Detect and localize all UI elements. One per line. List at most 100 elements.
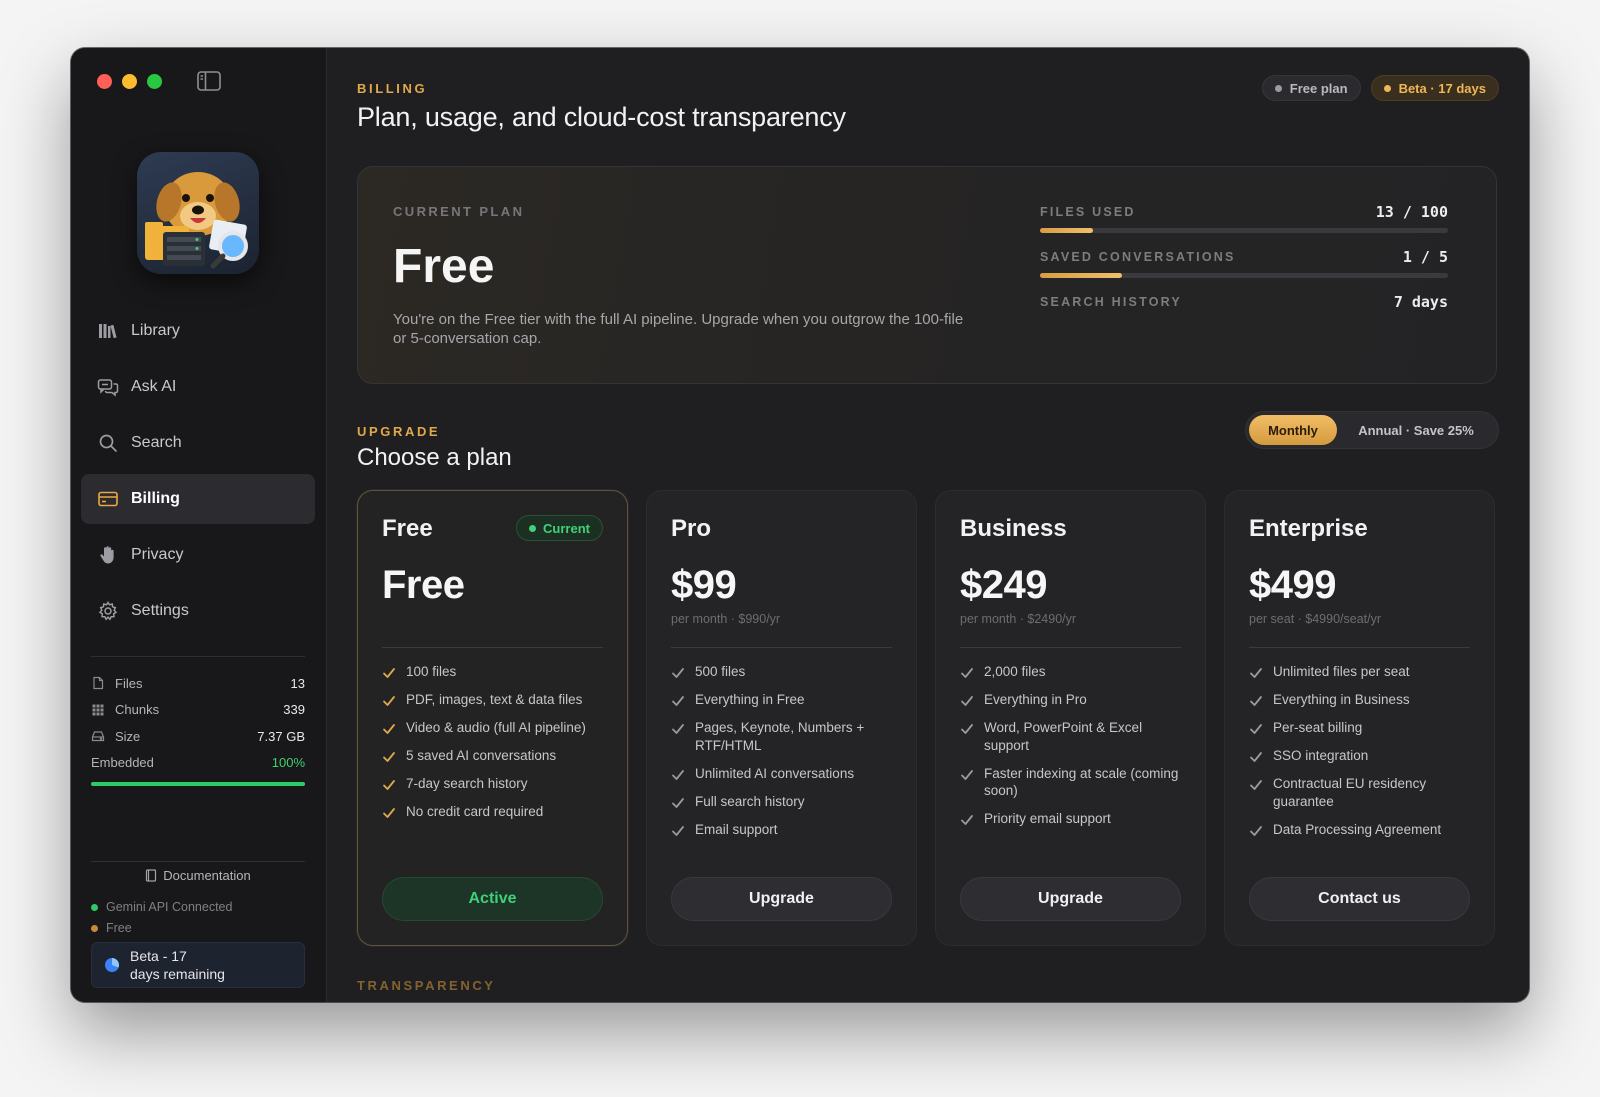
plan-name: Free bbox=[382, 515, 433, 542]
checkmark-icon bbox=[1250, 780, 1262, 790]
feature-item: Email support bbox=[671, 821, 896, 839]
feature-text: Word, PowerPoint & Excel support bbox=[984, 720, 1143, 753]
stat-chunks: Chunks 339 bbox=[91, 697, 305, 724]
stat-value: 7.37 GB bbox=[257, 728, 305, 744]
plan-status-text: Free bbox=[106, 921, 132, 935]
plan-billing-note: per seat · $4990/seat/yr bbox=[1249, 612, 1382, 626]
beta-badge-label: Beta · 17 days bbox=[1398, 80, 1486, 96]
checkmark-icon bbox=[961, 668, 973, 678]
annual-option[interactable]: Annual · Save 25% bbox=[1337, 415, 1495, 445]
sidebar-item-billing[interactable]: Billing bbox=[81, 474, 315, 524]
plan-billing-note: per month · $2490/yr bbox=[960, 612, 1077, 626]
feature-item: 7-day search history bbox=[382, 775, 607, 793]
stat-files: Files 13 bbox=[91, 670, 305, 697]
checkmark-icon bbox=[383, 668, 395, 678]
plan-price: $249 bbox=[960, 563, 1047, 607]
pie-clock-icon bbox=[105, 958, 119, 972]
plan-status: Free bbox=[91, 921, 132, 935]
sidebar-item-label: Ask AI bbox=[131, 378, 177, 395]
sidebar-divider bbox=[91, 861, 305, 862]
plan-divider bbox=[1249, 647, 1470, 648]
contact-us-button[interactable]: Contact us bbox=[1249, 877, 1470, 921]
sidebar-item-settings[interactable]: Settings bbox=[81, 586, 315, 636]
plan-divider bbox=[671, 647, 892, 648]
sidebar-item-label: Library bbox=[131, 322, 180, 339]
plan-divider bbox=[960, 647, 1181, 648]
billing-period-toggle: Monthly Annual · Save 25% bbox=[1245, 411, 1499, 449]
current-plan-card: CURRENT PLAN Free You're on the Free tie… bbox=[357, 166, 1497, 384]
sidebar-item-label: Privacy bbox=[131, 546, 184, 563]
documentation-link[interactable]: Documentation bbox=[91, 868, 305, 883]
stat-value: 13 bbox=[290, 675, 305, 691]
credit-card-icon bbox=[98, 491, 118, 507]
usage-search-history: SEARCH HISTORY 7 days bbox=[1040, 291, 1448, 336]
feature-text: Data Processing Agreement bbox=[1273, 821, 1442, 837]
plan-name: Enterprise bbox=[1249, 515, 1368, 542]
app-logo bbox=[137, 152, 259, 274]
feature-item: Per-seat billing bbox=[1249, 719, 1474, 737]
feature-item: Faster indexing at scale (coming soon) bbox=[960, 765, 1185, 800]
zoom-window-button[interactable] bbox=[147, 74, 162, 89]
upgrade-title: Choose a plan bbox=[357, 444, 512, 471]
status-dot bbox=[529, 524, 537, 532]
current-plan-description: You're on the Free tier with the full AI… bbox=[393, 311, 964, 347]
plan-price: $99 bbox=[671, 563, 737, 607]
sidebar-item-ask-ai[interactable]: Ask AI bbox=[81, 362, 315, 412]
plan-badge: Free plan bbox=[1261, 75, 1361, 101]
usage-value: 13 / 100 bbox=[1375, 203, 1448, 221]
feature-item: Everything in Pro bbox=[960, 691, 1185, 709]
checkmark-icon bbox=[383, 696, 395, 706]
hand-icon bbox=[100, 546, 114, 564]
active-button[interactable]: Active bbox=[382, 877, 603, 921]
checkmark-icon bbox=[383, 780, 395, 790]
usage-value: 7 days bbox=[1393, 293, 1448, 311]
checkmark-icon bbox=[1250, 825, 1262, 836]
plan-name: Pro bbox=[671, 515, 712, 542]
feature-text: Email support bbox=[695, 821, 778, 837]
checkmark-icon bbox=[1250, 696, 1262, 706]
stat-value: 339 bbox=[283, 702, 305, 718]
feature-list: 100 files PDF, images, text & data files V… bbox=[382, 663, 607, 831]
main-content: BILLING Plan, usage, and cloud-cost tran… bbox=[327, 48, 1529, 1002]
feature-item: 100 files bbox=[382, 663, 607, 681]
api-status: Gemini API Connected bbox=[91, 900, 232, 914]
status-dot bbox=[91, 903, 98, 911]
sidebar-item-label: Billing bbox=[131, 490, 180, 507]
feature-text: Pages, Keynote, Numbers + RTF/HTML bbox=[695, 720, 865, 753]
feature-text: Unlimited AI conversations bbox=[695, 765, 855, 781]
sidebar-item-search[interactable]: Search bbox=[81, 418, 315, 468]
plan-cards: Free Current Free 100 files PDF, images, … bbox=[357, 490, 1497, 946]
feature-list: 2,000 files Everything in Pro Word, PowerP… bbox=[960, 663, 1185, 838]
feature-text: Everything in Pro bbox=[984, 692, 1087, 707]
upgrade-business-button[interactable]: Upgrade bbox=[960, 877, 1181, 921]
usage-label: FILES USED bbox=[1040, 205, 1136, 219]
upgrade-eyebrow: UPGRADE bbox=[357, 424, 441, 439]
stat-label: Embedded bbox=[91, 755, 154, 771]
stat-value: 100% bbox=[271, 755, 305, 771]
usage-files: FILES USED 13 / 100 bbox=[1040, 201, 1448, 246]
sidebar-item-library[interactable]: Library bbox=[81, 306, 315, 356]
checkmark-icon bbox=[672, 825, 684, 836]
usage-progress-bar bbox=[1040, 273, 1448, 278]
beta-status-line: Beta - 17 bbox=[130, 948, 187, 964]
disk-icon bbox=[91, 731, 105, 742]
sidebar-toggle-icon[interactable] bbox=[197, 71, 221, 91]
checkmark-icon bbox=[672, 668, 684, 678]
checkmark-icon bbox=[961, 815, 973, 825]
feature-item: Everything in Free bbox=[671, 691, 896, 709]
feature-item: SSO integration bbox=[1249, 747, 1474, 765]
feature-text: 7-day search history bbox=[406, 776, 528, 791]
checkmark-icon bbox=[383, 724, 395, 734]
sidebar-item-label: Search bbox=[131, 434, 182, 451]
close-window-button[interactable] bbox=[97, 74, 112, 89]
checkmark-icon bbox=[672, 797, 684, 808]
current-plan-name: Free bbox=[393, 240, 495, 293]
usage-label: SAVED CONVERSATIONS bbox=[1040, 250, 1236, 264]
usage-progress-fill bbox=[1040, 273, 1122, 278]
sidebar-item-privacy[interactable]: Privacy bbox=[81, 530, 315, 580]
stat-label: Files bbox=[115, 675, 143, 691]
upgrade-pro-button[interactable]: Upgrade bbox=[671, 877, 892, 921]
monthly-option[interactable]: Monthly bbox=[1249, 415, 1337, 445]
minimize-window-button[interactable] bbox=[122, 74, 137, 89]
chat-icon bbox=[97, 379, 119, 397]
